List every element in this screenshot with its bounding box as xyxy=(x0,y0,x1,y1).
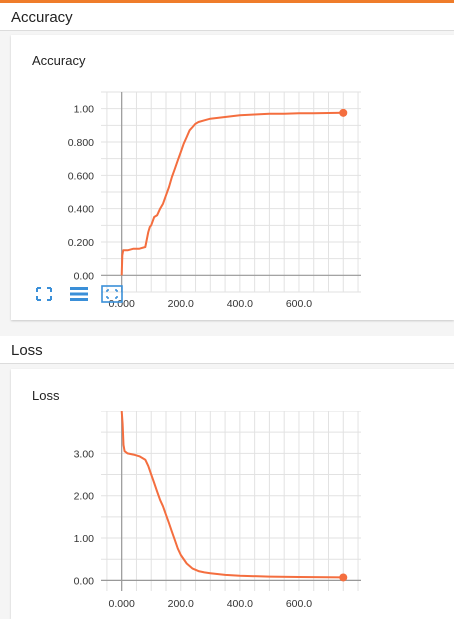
accuracy-x-tick-label: 600.0 xyxy=(286,298,312,310)
accuracy-last-point xyxy=(339,108,348,117)
accuracy-section-header[interactable]: Accuracy xyxy=(0,3,454,31)
accuracy-y-tick-label: 0.600 xyxy=(68,170,94,182)
fit-domain-icon[interactable] xyxy=(35,286,53,302)
loss-chart-title: Loss xyxy=(32,388,60,403)
accuracy-series-line xyxy=(120,111,344,276)
loss-x-tick-label: 600.0 xyxy=(286,598,312,610)
accuracy-x-tick-label: 200.0 xyxy=(168,298,194,310)
accuracy-y-tick-label: 0.800 xyxy=(68,137,94,149)
accuracy-section-title: Accuracy xyxy=(11,9,73,26)
accuracy-chart[interactable]: 0.000.2000.4000.6000.8001.000.000 200.0 40… xyxy=(11,75,454,315)
loss-y-tick-label: 3.00 xyxy=(74,448,95,460)
loss-last-point xyxy=(339,573,348,582)
loss-x-tick-label: 200.0 xyxy=(168,598,194,610)
accuracy-x-tick-label: 400.0 xyxy=(227,298,253,310)
loss-chart[interactable]: 0.00 1.00 2.00 3.00 0.000 200.0 400.0 600.0 xyxy=(11,411,454,617)
accuracy-y-tick-label: 0.00 xyxy=(74,270,95,282)
loss-section-header[interactable]: Loss xyxy=(0,336,454,364)
loss-y-tick-label: 0.00 xyxy=(74,575,95,587)
accuracy-chart-title: Accuracy xyxy=(32,53,86,68)
accuracy-y-tick-label: 0.200 xyxy=(68,237,94,249)
accuracy-chart-card: Accuracy 0.00 0.200 0.400 0.600 0.800 1.00 0.0… xyxy=(11,35,454,320)
loss-section-title: Loss xyxy=(11,342,43,359)
loss-y-tick-label: 2.00 xyxy=(74,491,95,503)
toggle-y-axis-fit-icon[interactable] xyxy=(101,285,123,303)
loss-x-tick-label: 0.000 xyxy=(109,598,135,610)
accuracy-y-tick-label: 1.00 xyxy=(74,104,95,116)
accuracy-y-tick-label: 0.400 xyxy=(68,204,94,216)
toggle-log-scale-icon[interactable] xyxy=(70,286,88,302)
loss-x-tick-label: 400.0 xyxy=(227,598,253,610)
loss-chart-card: Loss 0.00 1.00 2.00 3.00 0.000 200.0 400.0 600.… xyxy=(11,369,454,619)
loss-series-line xyxy=(120,411,344,579)
loss-y-tick-label: 1.00 xyxy=(74,533,95,545)
